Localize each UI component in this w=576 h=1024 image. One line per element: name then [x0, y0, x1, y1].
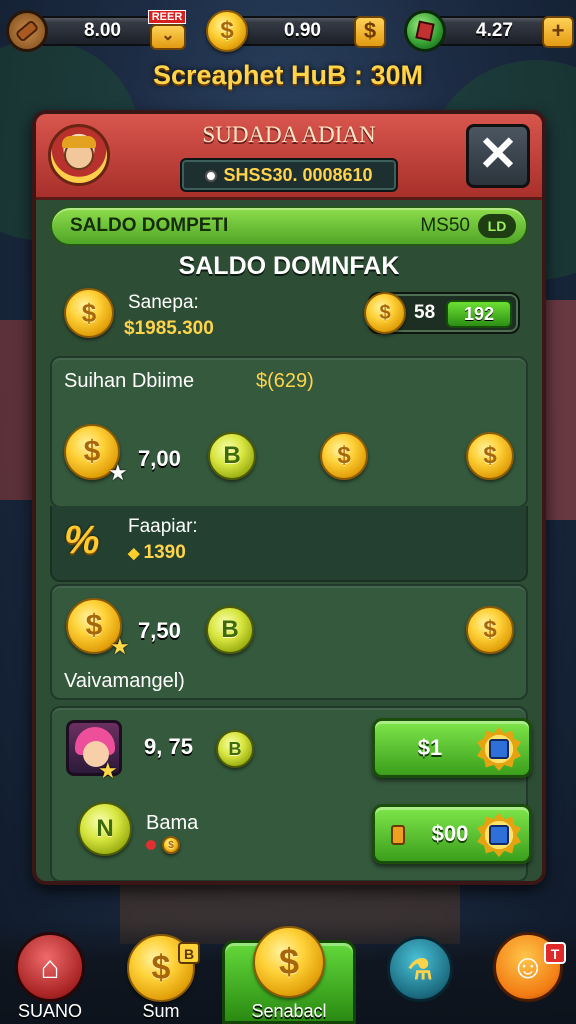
nav-item-potion[interactable]: ⚗: [380, 920, 460, 1024]
green-coin-icon: B: [206, 606, 254, 654]
fapiar-row: % Faapiar: 1390: [50, 506, 528, 582]
balance-chip-value: 58: [414, 302, 436, 323]
resource-wood: 8.00 REER ⌄: [6, 10, 192, 52]
green-coin-icon: B: [216, 730, 254, 768]
gold-coin-icon: $: [364, 292, 406, 334]
nav-item-sum[interactable]: $ B Sum: [118, 920, 204, 1024]
resource-wood-dropdown-button[interactable]: ⌄: [150, 24, 186, 50]
nav-item-character[interactable]: ☺ T: [486, 920, 570, 1024]
blue-gem-icon: [489, 825, 509, 845]
wallet-panel: SUDADA ADIAN SHSS30. 0008610 ✕ SALDO DOM…: [32, 110, 546, 885]
blue-gem-icon: [489, 739, 509, 759]
panel-header: SUDADA ADIAN SHSS30. 0008610 ✕: [36, 114, 542, 200]
resource-coin-value: 0.90: [284, 20, 321, 41]
resource-gem: 4.27 +: [404, 10, 574, 52]
resource-wood-tag: REER: [148, 10, 186, 24]
nav-item-suano[interactable]: ⌂ SUANO: [4, 920, 96, 1024]
panel-subtitle-text: SHSS30. 0008610: [223, 165, 373, 185]
star-icon: ★: [108, 460, 128, 485]
reward-card-c-row2-label: Bama: [146, 812, 199, 834]
reward-card-b: $ ★ 7,50 B $ Vaivamangel): [50, 584, 528, 700]
resource-coin-add-button[interactable]: $: [354, 16, 386, 48]
section-heading: SALDO DOMNFAK: [178, 252, 400, 280]
red-dot-icon: [146, 840, 156, 850]
percent-badge-icon: %: [64, 518, 100, 562]
green-gem-icon: [404, 10, 446, 52]
balance-chip-green-value: 192: [446, 300, 512, 328]
gold-coin-icon: $: [206, 10, 248, 52]
gold-coin-icon: $: [64, 288, 114, 338]
balance-row: $ Sanepa: $1985.300 $ 58 192: [60, 286, 528, 346]
nav-item-senabacl-label: Senabacl: [251, 1001, 327, 1021]
panel-subtitle: SHSS30. 0008610: [180, 158, 398, 192]
star-icon: ★: [110, 634, 130, 659]
resource-gem-add-button[interactable]: +: [542, 16, 574, 48]
nav-item-character-badge: T: [544, 942, 566, 964]
wood-log-icon: [6, 10, 48, 52]
wallet-balance-bar[interactable]: SALDO DOMPETI MS50 LD: [50, 206, 528, 246]
reward-card-a-amount: 7,00: [138, 446, 181, 471]
green-coin-icon: N: [78, 802, 132, 856]
gold-coin-icon[interactable]: $: [320, 432, 368, 480]
nav-item-sum-label: Sum: [142, 1001, 180, 1021]
reward-card-c-row1-amount: 9, 75: [144, 734, 193, 759]
green-coin-icon: B: [208, 432, 256, 480]
reward-card-b-amount: 7,50: [138, 618, 181, 643]
status-dot-icon: [205, 170, 218, 183]
reward-card-c: ★ 9, 75 B $1 N Bama $ $00: [50, 706, 532, 881]
resource-wood-value: 8.00: [84, 20, 121, 41]
gold-coin-icon[interactable]: $: [466, 606, 514, 654]
resource-coin: $ 0.90 $: [206, 10, 390, 52]
resource-gem-value: 4.27: [476, 20, 513, 41]
resource-bar: 8.00 REER ⌄ $ 0.90 $ 4.27 +: [6, 6, 574, 52]
reward-card-a-value: $(629): [256, 370, 314, 392]
hub-title: Screaphet HuB : 30M: [152, 60, 424, 90]
reward-card-b-label: Vaivamangel): [64, 670, 185, 692]
reward-card-a: Suihan Dbiime $(629) $ ★ 7,00 B $ $: [50, 356, 528, 508]
nav-item-senabacl[interactable]: $ Senabacl: [222, 920, 356, 1024]
wallet-balance-bar-badge: LD: [478, 214, 516, 238]
balance-chip[interactable]: $ 58 192: [364, 292, 520, 334]
home-icon: ⌂: [15, 932, 85, 1002]
nav-item-suano-label: SUANO: [17, 1001, 82, 1021]
gold-coin-icon[interactable]: $: [466, 432, 514, 480]
buy-button-1[interactable]: $1: [372, 718, 532, 778]
wallet-balance-bar-value: MS50: [420, 215, 470, 236]
balance-label: Sanepa:: [128, 292, 199, 313]
balance-value: $1985.300: [124, 318, 214, 339]
reward-card-a-label: Suihan Dbiime: [64, 370, 195, 392]
potion-icon: ⚗: [387, 936, 453, 1002]
close-button[interactable]: ✕: [466, 124, 530, 188]
gold-coin-icon: $: [253, 926, 325, 998]
gold-coin-icon: $: [162, 836, 180, 854]
fapiar-label: Faapiar:: [128, 516, 198, 537]
fapiar-value: 1390: [128, 542, 186, 564]
bottom-nav: ⌂ SUANO $ B Sum $ Senabacl ⚗ ☺ T: [0, 920, 576, 1024]
star-icon: ★: [98, 758, 118, 783]
honey-jar-icon: [391, 825, 405, 845]
buy-button-2[interactable]: $00: [372, 804, 532, 864]
buy-button-1-label: $1: [417, 735, 443, 760]
nav-item-sum-badge: B: [178, 942, 200, 964]
wallet-balance-bar-label: SALDO DOMPETI: [70, 215, 229, 236]
